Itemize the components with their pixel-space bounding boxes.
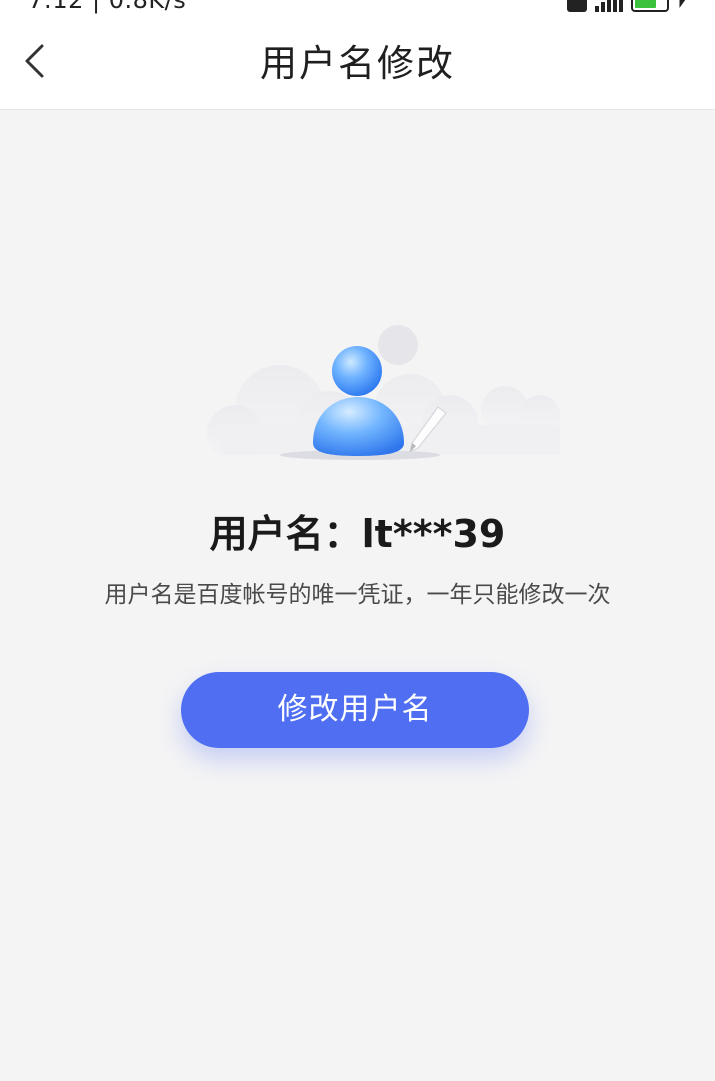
user-avatar-pencil-icon xyxy=(207,325,560,461)
hd-icon xyxy=(567,0,587,12)
status-time: 7:12 | 0.8K/s xyxy=(28,0,187,14)
battery-icon xyxy=(631,0,669,12)
status-icons xyxy=(567,0,690,12)
status-bar: 7:12 | 0.8K/s xyxy=(0,0,715,14)
signal-icon xyxy=(595,0,623,12)
page-title: 用户名修改 xyxy=(260,42,455,85)
modify-username-button[interactable]: 修改用户名 xyxy=(181,672,529,748)
charging-icon xyxy=(674,0,690,8)
nav-bar: 用户名修改 xyxy=(0,14,715,110)
username-description: 用户名是百度帐号的唯一凭证，一年只能修改一次 xyxy=(104,582,611,608)
username-label: 用户名：lt***39 xyxy=(209,512,506,556)
